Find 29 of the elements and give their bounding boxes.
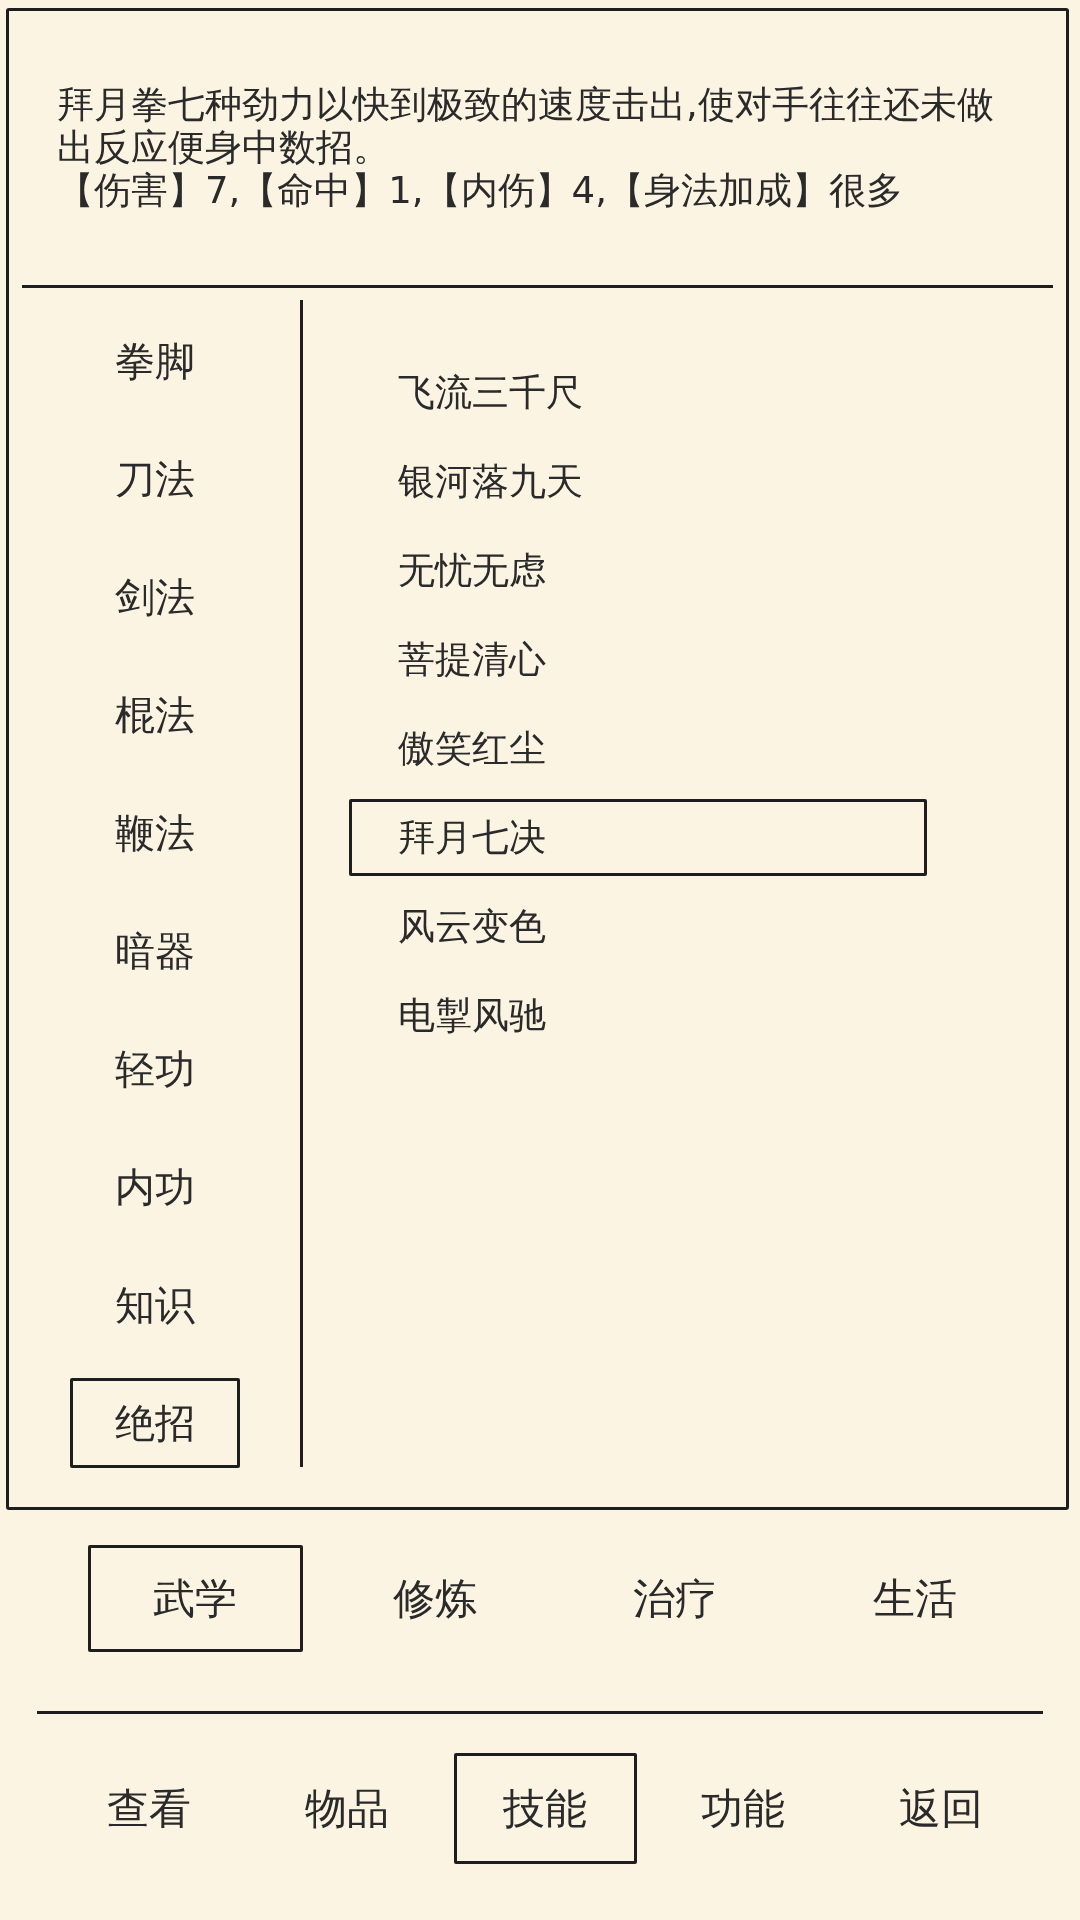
category-tab[interactable]: 棍法 <box>69 670 240 760</box>
skill-item[interactable]: 风云变色 <box>349 888 927 965</box>
skill-item[interactable]: 电掣风驰 <box>349 977 927 1054</box>
category-tab[interactable]: 治疗 <box>567 1545 783 1652</box>
skill-item[interactable]: 菩提清心 <box>349 621 927 698</box>
category-tab[interactable]: 拳脚 <box>69 316 240 406</box>
nav-tab[interactable]: 返回 <box>849 1753 1033 1864</box>
skill-item[interactable]: 傲笑红尘 <box>349 710 927 787</box>
category-tab[interactable]: 剑法 <box>69 552 240 642</box>
category-tab[interactable]: 鞭法 <box>69 788 240 878</box>
category-tab[interactable]: 武学 <box>87 1545 303 1652</box>
category-tab[interactable]: 修炼 <box>327 1545 543 1652</box>
nav-tab[interactable]: 技能 <box>453 1753 637 1864</box>
nav-tab[interactable]: 功能 <box>651 1753 835 1864</box>
category-tab[interactable]: 绝招 <box>69 1378 240 1468</box>
category-tab[interactable]: 暗器 <box>69 906 240 996</box>
category-tab[interactable]: 轻功 <box>69 1024 240 1114</box>
skill-description: 拜月拳七种劲力以快到极致的速度击出,使对手往往还未做出反应便身中数招。 <box>57 83 995 169</box>
nav-tab[interactable]: 物品 <box>255 1753 439 1864</box>
skill-item[interactable]: 飞流三千尺 <box>349 354 927 431</box>
skill-item[interactable]: 银河落九天 <box>349 443 927 520</box>
skill-item[interactable]: 无忧无虑 <box>349 532 927 609</box>
category-tab[interactable]: 生活 <box>807 1545 1023 1652</box>
category-tab[interactable]: 知识 <box>69 1260 240 1350</box>
skill-stats: 【伤害】7,【命中】1,【内伤】4,【身法加成】很多 <box>57 169 904 212</box>
nav-tab[interactable]: 查看 <box>57 1753 241 1864</box>
category-tab[interactable]: 内功 <box>69 1142 240 1232</box>
category-tab[interactable]: 刀法 <box>69 434 240 524</box>
skill-item[interactable]: 拜月七决 <box>349 799 927 876</box>
